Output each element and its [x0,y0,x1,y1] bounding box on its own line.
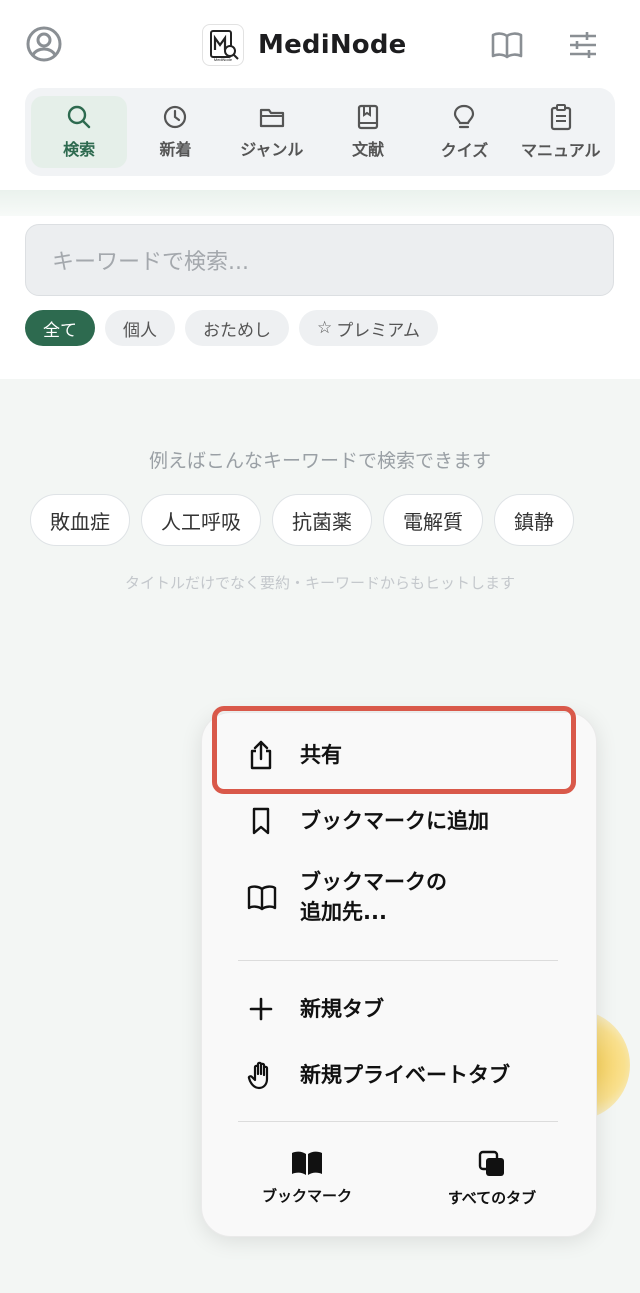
clock-icon [164,105,187,129]
menu-divider [238,960,558,961]
tab-label: クイズ [440,141,489,160]
menu-item-new-private-tab[interactable]: 新規プライベートタブ [202,1055,598,1095]
tab-label: 検索 [63,140,96,159]
menu-item-new-tab[interactable]: 新規タブ [202,989,598,1029]
book-bookmark-icon [358,104,379,130]
brand: MediNode MediNode [202,24,407,66]
tab-label: マニュアル [521,141,601,160]
suggestion-chip[interactable]: 電解質 [383,494,483,546]
plus-icon [249,997,273,1021]
book-open-icon [491,32,523,59]
folder-icon [259,108,284,128]
suggestion-chip[interactable]: 鎮静 [494,494,574,546]
menu-divider [238,1121,558,1122]
sliders-icon [570,32,596,58]
tab-manual[interactable]: マニュアル [513,96,609,168]
share-highlight-box [212,706,576,794]
nav-tabs: 検索 新着 ジャンル 文献 クイズ マニュアル [25,88,615,176]
menu-item-add-bookmark[interactable]: ブックマークに追加 [202,801,598,841]
tab-genre[interactable]: ジャンル [224,96,320,168]
tab-label: ジャンル [240,140,304,159]
suggestion-chip[interactable]: 抗菌薬 [272,494,372,546]
reading-button[interactable] [488,28,526,62]
menu-item-label: ブックマークの 追加先... [300,870,447,924]
filter-trial[interactable]: おためし [185,310,289,346]
tab-literature[interactable]: 文献 [320,96,416,168]
menu-bottom-label: すべてのタブ [447,1189,537,1207]
account-button[interactable] [24,24,64,64]
bookmark-icon [252,807,270,835]
app-logo: MediNode [202,24,244,66]
lightbulb-icon [454,104,475,129]
clipboard-icon [550,104,571,131]
suggestion-chip[interactable]: 人工呼吸 [141,494,261,546]
search-section: キーワードで検索... 全て 個人 おためし ☆ プレミアム [0,216,640,379]
book-open-icon [247,885,277,911]
tabs-icon [478,1150,504,1176]
menu-bottom-label: ブックマーク [261,1187,352,1205]
tab-new[interactable]: 新着 [127,96,223,168]
tab-label: 新着 [159,140,192,159]
search-placeholder: キーワードで検索... [52,250,249,275]
user-circle-icon [26,26,62,62]
logo-mark-icon: MediNode [210,30,239,62]
header-divider-band [0,190,640,216]
filter-all[interactable]: 全て [25,310,95,346]
menu-bottom-all-tabs[interactable]: すべてのタブ [432,1149,552,1208]
search-icon [67,105,91,129]
suggestion-chips: 敗血症 人工呼吸 抗菌薬 電解質 鎮静 [30,494,574,546]
menu-item-label: 新規プライベートタブ [300,1063,510,1087]
star-outline-icon: ☆ [317,318,333,338]
suggestion-hint: 例えばこんなキーワードで検索できます [148,450,491,472]
menu-bottom-bookmarks[interactable]: ブックマーク [252,1149,362,1206]
filter-personal[interactable]: 個人 [105,310,175,346]
hand-icon [247,1061,269,1090]
menu-item-label: ブックマークに追加 [300,809,489,833]
filter-premium[interactable]: ☆ プレミアム [299,310,439,346]
top-bar: MediNode MediNode [0,0,640,88]
app-title: MediNode [258,30,407,60]
search-input[interactable]: キーワードで検索... [25,224,614,296]
app-header: MediNode MediNode 検索 新着 ジャンル 文献 クイズ マニュア… [0,0,640,190]
tab-search[interactable]: 検索 [31,96,128,168]
suggestion-chip[interactable]: 敗血症 [30,494,130,546]
tab-quiz[interactable]: クイズ [416,96,512,168]
menu-item-label: 新規タブ [300,997,384,1021]
menu-item-bookmark-destination[interactable]: ブックマークの 追加先... [202,865,598,931]
tab-label: 文献 [352,140,385,159]
book-filled-icon [292,1151,322,1175]
filter-chips: 全て 個人 おためし ☆ プレミアム [25,310,439,346]
search-subhint: タイトルだけでなく要約・キーワードからもヒットします [124,574,515,592]
svg-text:MediNode: MediNode [214,57,233,62]
settings-button[interactable] [566,28,600,62]
